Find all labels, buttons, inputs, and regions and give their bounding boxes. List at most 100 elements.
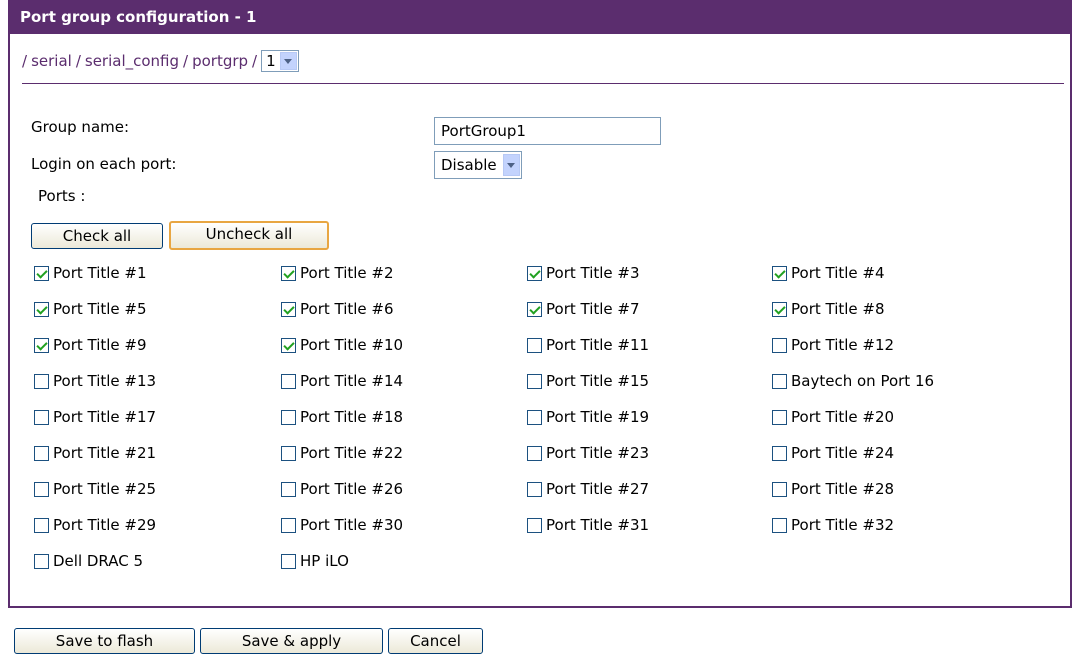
port-label: Port Title #29: [53, 516, 157, 534]
port-item[interactable]: Port Title #32: [772, 515, 894, 535]
port-checkbox[interactable]: [34, 481, 49, 497]
port-checkbox[interactable]: [34, 265, 49, 281]
login-label: Login on each port:: [31, 155, 177, 173]
port-item[interactable]: Port Title #24: [772, 443, 894, 463]
port-item[interactable]: Port Title #23: [527, 443, 649, 463]
port-label: Port Title #20: [791, 408, 895, 426]
port-checkbox[interactable]: [527, 301, 542, 317]
port-item[interactable]: Port Title #7: [527, 299, 640, 319]
port-item[interactable]: Port Title #2: [281, 263, 394, 283]
port-checkbox[interactable]: [281, 373, 296, 389]
port-label: Port Title #27: [546, 480, 650, 498]
port-label: Port Title #28: [791, 480, 895, 498]
port-checkbox[interactable]: [527, 337, 542, 353]
port-item[interactable]: Port Title #21: [34, 443, 156, 463]
breadcrumb-portgrp-link[interactable]: portgrp: [192, 52, 248, 70]
port-label: Port Title #22: [300, 444, 404, 462]
port-item[interactable]: Port Title #22: [281, 443, 403, 463]
port-checkbox[interactable]: [772, 373, 787, 389]
port-checkbox[interactable]: [527, 265, 542, 281]
port-item[interactable]: Port Title #5: [34, 299, 147, 319]
port-checkbox[interactable]: [772, 481, 787, 497]
port-checkbox[interactable]: [281, 409, 296, 425]
port-item[interactable]: Port Title #14: [281, 371, 403, 391]
port-item[interactable]: Port Title #29: [34, 515, 156, 535]
port-checkbox[interactable]: [772, 265, 787, 281]
login-select[interactable]: Disable: [434, 151, 522, 179]
port-checkbox[interactable]: [281, 445, 296, 461]
check-all-button[interactable]: Check all: [31, 223, 163, 249]
port-item[interactable]: Port Title #12: [772, 335, 894, 355]
port-item[interactable]: Port Title #25: [34, 479, 156, 499]
port-item[interactable]: Port Title #8: [772, 299, 885, 319]
port-checkbox[interactable]: [34, 553, 49, 569]
port-item[interactable]: Port Title #10: [281, 335, 403, 355]
port-label: Port Title #24: [791, 444, 895, 462]
port-checkbox[interactable]: [34, 373, 49, 389]
port-item[interactable]: Port Title #13: [34, 371, 156, 391]
port-checkbox[interactable]: [281, 553, 296, 569]
breadcrumb-separator: /: [75, 52, 81, 70]
port-item[interactable]: Port Title #31: [527, 515, 649, 535]
port-checkbox[interactable]: [527, 517, 542, 533]
port-label: Baytech on Port 16: [791, 372, 935, 390]
group-name-label: Group name:: [31, 118, 130, 136]
port-checkbox[interactable]: [527, 409, 542, 425]
port-checkbox[interactable]: [772, 445, 787, 461]
port-item[interactable]: Port Title #1: [34, 263, 147, 283]
port-item[interactable]: Port Title #26: [281, 479, 403, 499]
port-checkbox[interactable]: [772, 517, 787, 533]
group-number-select[interactable]: 1: [261, 50, 299, 72]
port-label: Port Title #23: [546, 444, 650, 462]
port-item[interactable]: Port Title #9: [34, 335, 147, 355]
port-checkbox[interactable]: [34, 409, 49, 425]
port-item[interactable]: Port Title #19: [527, 407, 649, 427]
port-checkbox[interactable]: [34, 301, 49, 317]
port-item[interactable]: Dell DRAC 5: [34, 551, 143, 571]
port-label: Port Title #15: [546, 372, 650, 390]
port-checkbox[interactable]: [281, 337, 296, 353]
group-name-input[interactable]: PortGroup1: [434, 117, 661, 145]
port-label: Port Title #9: [53, 336, 147, 354]
port-checkbox[interactable]: [281, 517, 296, 533]
cancel-button[interactable]: Cancel: [388, 628, 483, 654]
port-item[interactable]: Port Title #6: [281, 299, 394, 319]
port-checkbox[interactable]: [34, 445, 49, 461]
panel-title: Port group configuration - 1: [10, 0, 1070, 34]
port-label: Port Title #25: [53, 480, 157, 498]
breadcrumb-serial-config-link[interactable]: serial_config: [85, 52, 179, 70]
port-checkbox[interactable]: [772, 301, 787, 317]
port-checkbox[interactable]: [527, 481, 542, 497]
save-apply-button[interactable]: Save & apply: [200, 628, 383, 654]
port-item[interactable]: Port Title #30: [281, 515, 403, 535]
uncheck-all-button[interactable]: Uncheck all: [169, 221, 329, 250]
port-checkbox[interactable]: [772, 337, 787, 353]
port-label: Port Title #11: [546, 336, 650, 354]
port-item[interactable]: Port Title #15: [527, 371, 649, 391]
port-item[interactable]: Port Title #18: [281, 407, 403, 427]
breadcrumb-serial-link[interactable]: serial: [31, 52, 72, 70]
port-item[interactable]: Port Title #20: [772, 407, 894, 427]
port-checkbox[interactable]: [281, 301, 296, 317]
port-checkbox[interactable]: [772, 409, 787, 425]
port-label: Port Title #6: [300, 300, 394, 318]
port-checkbox[interactable]: [34, 337, 49, 353]
port-item[interactable]: Port Title #11: [527, 335, 649, 355]
port-checkbox[interactable]: [527, 445, 542, 461]
port-item[interactable]: Port Title #3: [527, 263, 640, 283]
port-label: Port Title #8: [791, 300, 885, 318]
port-checkbox[interactable]: [281, 265, 296, 281]
port-item[interactable]: Port Title #4: [772, 263, 885, 283]
port-item[interactable]: HP iLO: [281, 551, 349, 571]
port-label: Port Title #31: [546, 516, 650, 534]
port-item[interactable]: Port Title #27: [527, 479, 649, 499]
port-checkbox[interactable]: [527, 373, 542, 389]
port-checkbox[interactable]: [281, 481, 296, 497]
port-checkbox[interactable]: [34, 517, 49, 533]
port-item[interactable]: Baytech on Port 16: [772, 371, 934, 391]
save-to-flash-button[interactable]: Save to flash: [14, 628, 195, 654]
chevron-down-icon[interactable]: [279, 52, 297, 70]
port-item[interactable]: Port Title #28: [772, 479, 894, 499]
port-item[interactable]: Port Title #17: [34, 407, 156, 427]
chevron-down-icon[interactable]: [502, 154, 520, 176]
